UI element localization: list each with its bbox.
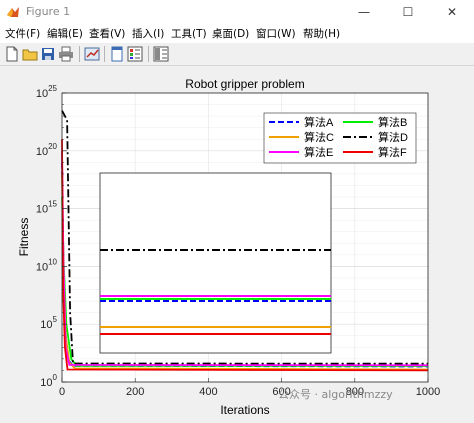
matlab-icon (7, 7, 19, 17)
save-icon[interactable] (40, 46, 56, 62)
y-tick-label: 1020 (36, 142, 58, 158)
y-tick-label: 105 (40, 315, 57, 331)
toolbar-separator (104, 46, 105, 62)
x-tick-label: 0 (59, 386, 65, 398)
x-tick-label: 1000 (416, 386, 440, 398)
close-button[interactable]: ✕ (430, 0, 474, 24)
minimize-button[interactable]: — (342, 0, 386, 24)
open-file-icon[interactable] (22, 46, 38, 62)
legend-label-5: 算法F (378, 145, 407, 159)
menu-bar: 文件(F) 编辑(E) 查看(V) 插入(I) 工具(T) 桌面(D) 窗口(W… (0, 24, 474, 43)
convergence-chart[interactable]: 0 200 400 600 800 10001001051010101510201025 … (0, 66, 474, 420)
menu-edit[interactable]: 编辑(E) (47, 26, 83, 41)
figure-toolbar (0, 43, 474, 66)
y-tick-label: 1025 (36, 84, 58, 100)
legend-label-4: 算法E (304, 145, 333, 159)
chart-legend[interactable]: 算法A 算法B 算法C 算法D 算法E 算法F (263, 112, 417, 164)
menu-window[interactable]: 窗口(W) (256, 26, 296, 41)
menu-help[interactable]: 帮助(H) (303, 26, 340, 41)
menu-file[interactable]: 文件(F) (5, 26, 40, 41)
y-tick-label: 1010 (36, 257, 58, 273)
y-tick-label: 100 (40, 373, 57, 389)
menu-tools[interactable]: 工具(T) (171, 26, 207, 41)
menu-desktop[interactable]: 桌面(D) (212, 26, 249, 41)
y-axis-label: Fitness (17, 218, 31, 257)
menu-view[interactable]: 查看(V) (89, 26, 125, 41)
window-title: Figure 1 (26, 5, 71, 18)
chart-title: Robot gripper problem (185, 77, 304, 91)
new-figure-icon[interactable] (4, 46, 20, 62)
legend-label-0: 算法A (304, 115, 334, 129)
link-plot-icon[interactable] (84, 46, 100, 62)
x-tick-label: 200 (126, 386, 144, 398)
x-tick-label: 400 (199, 386, 217, 398)
inset-axes (99, 172, 332, 354)
toolbar-separator (79, 46, 80, 62)
watermark: 公众号 · algorithmzzy (278, 388, 393, 401)
maximize-button[interactable]: ☐ (386, 0, 430, 24)
menu-insert[interactable]: 插入(I) (132, 26, 164, 41)
dock-figure-icon[interactable] (109, 46, 125, 62)
figure-canvas: 0 200 400 600 800 1000 100 105 1010 1015 1020 1025 … (0, 66, 474, 420)
window-titlebar: Figure 1 — ☐ ✕ (0, 0, 474, 24)
legend-label-3: 算法D (378, 130, 408, 144)
legend-label-1: 算法B (378, 115, 407, 129)
legend-label-2: 算法C (304, 130, 334, 144)
insert-colorbar-icon[interactable] (127, 46, 143, 62)
y-tick-label: 1015 (36, 200, 58, 216)
toolbar-separator (148, 46, 149, 62)
x-axis-label: Iterations (220, 403, 269, 417)
print-icon[interactable] (58, 46, 74, 62)
insert-legend-icon[interactable] (153, 46, 169, 62)
